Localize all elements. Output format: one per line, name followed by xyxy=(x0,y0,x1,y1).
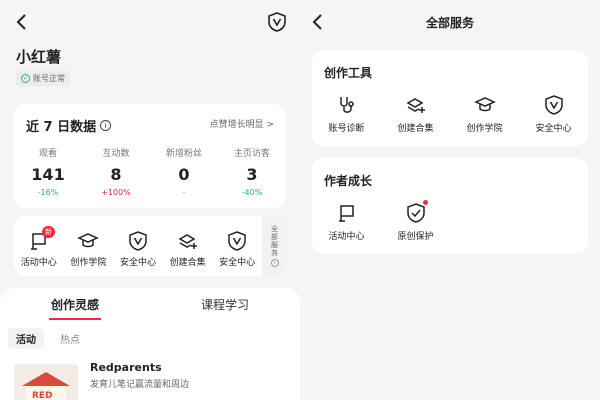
info-icon[interactable]: i xyxy=(100,120,112,131)
stat-change: -16% xyxy=(37,188,59,197)
service-label: 安全中心 xyxy=(535,124,572,134)
all-services-screen: 全部服务 创作工具 账号诊断 创建合集 创作学院 安全中心 作者成长 活动中心 … xyxy=(300,0,600,400)
app-root: 小红薯 ✓ 账号正常 近 7 日数据 i 点赞增长明显 > 观看 141 -16… xyxy=(0,0,600,400)
notification-dot xyxy=(423,200,428,205)
service-creator-academy[interactable]: 创作学院 xyxy=(450,94,519,134)
back-icon[interactable] xyxy=(12,12,32,32)
username: 小红薯 xyxy=(16,48,62,66)
section-grid: 活动中心 原创保护 xyxy=(312,200,588,242)
stat-value: 3 xyxy=(246,165,258,184)
tool-creator-academy[interactable]: 创作学院 xyxy=(64,216,114,276)
service-label: 活动中心 xyxy=(328,232,365,242)
all-services-label: 全部服务 xyxy=(270,225,279,257)
activity-description: 发育儿笔记赢流量和周边 xyxy=(90,380,190,390)
right-header: 全部服务 xyxy=(300,0,600,44)
stat-value: 8 xyxy=(110,165,122,184)
tool-activity-center[interactable]: 新 活动中心 xyxy=(14,216,64,276)
stat-profile-visitors: 主页访客 3 -40% xyxy=(218,146,286,197)
quick-tools-bar: 新 活动中心 创作学院 安全中心 创建合集 安全中心 xyxy=(14,216,262,276)
stat-new-followers: 新增粉丝 0 - xyxy=(150,146,218,197)
graduation-cap-icon xyxy=(77,233,100,248)
activity-thumbnail[interactable]: RED xyxy=(14,364,78,400)
active-tab-underline xyxy=(49,318,101,320)
account-status-text: 账号正常 xyxy=(33,74,65,83)
chevron-right-icon: › xyxy=(270,259,279,267)
seven-day-stats-card[interactable]: 近 7 日数据 i 点赞增长明显 > 观看 141 -16% 互动数 8 +10… xyxy=(14,104,286,208)
creator-center-screen: 小红薯 ✓ 账号正常 近 7 日数据 i 点赞增长明显 > 观看 141 -16… xyxy=(0,0,300,400)
tool-label: 创作学院 xyxy=(70,258,107,268)
tool-create-collection[interactable]: 创建合集 xyxy=(163,216,213,276)
service-label: 原创保护 xyxy=(397,232,434,242)
stat-label: 主页访客 xyxy=(233,149,270,159)
tool-label: 安全中心 xyxy=(219,258,256,268)
back-icon[interactable] xyxy=(308,12,328,32)
shield-icon xyxy=(544,95,563,115)
collection-add-icon xyxy=(405,98,425,113)
service-label: 创建合集 xyxy=(397,124,434,134)
stat-value: 141 xyxy=(31,165,65,184)
stat-interactions: 互动数 8 +100% xyxy=(82,146,150,197)
stat-change: +100% xyxy=(101,188,131,197)
tool-label: 活动中心 xyxy=(20,258,57,268)
verified-shield-icon[interactable] xyxy=(266,11,288,33)
chip-hot-topics[interactable]: 热点 xyxy=(52,328,88,349)
inspiration-tabs: 创作灵感 课程学习 xyxy=(0,288,300,320)
stats-card-title: 近 7 日数据 i xyxy=(26,116,112,135)
all-services-button[interactable]: 全部服务 › xyxy=(263,216,286,276)
chip-activity[interactable]: 活动 xyxy=(8,328,44,349)
activity-title[interactable]: Redparents xyxy=(90,361,162,374)
flag-icon xyxy=(338,205,354,222)
tab-course-learning[interactable]: 课程学习 xyxy=(150,288,300,320)
tab-creative-inspiration[interactable]: 创作灵感 xyxy=(0,288,150,320)
tab-label: 创作灵感 xyxy=(50,298,99,312)
section-heading: 创作工具 xyxy=(324,66,373,80)
svg-text:RED: RED xyxy=(32,391,53,400)
page-title: 全部服务 xyxy=(425,15,474,30)
service-activity-center[interactable]: 活动中心 xyxy=(312,202,381,242)
account-status-badge: ✓ 账号正常 xyxy=(16,71,70,86)
shield-check-icon xyxy=(406,203,425,223)
filter-chips: 活动 热点 xyxy=(0,320,300,349)
service-security-center[interactable]: 安全中心 xyxy=(519,94,588,134)
left-header xyxy=(0,0,300,44)
tab-label: 课程学习 xyxy=(200,298,249,312)
service-account-diagnosis[interactable]: 账号诊断 xyxy=(312,94,381,134)
section-creation-tools: 创作工具 账号诊断 创建合集 创作学院 安全中心 xyxy=(312,50,588,146)
stat-label: 互动数 xyxy=(102,149,130,159)
stats-card-title-text: 近 7 日数据 xyxy=(26,120,97,135)
stethoscope-icon xyxy=(339,97,354,113)
stat-label: 新增粉丝 xyxy=(165,149,202,159)
inspiration-panel: 创作灵感 课程学习 活动 热点 RED Redparents 发育儿笔记赢流量和… xyxy=(0,288,300,400)
service-label: 创作学院 xyxy=(466,124,503,134)
service-label: 账号诊断 xyxy=(328,124,365,134)
section-author-growth: 作者成长 活动中心 原创保护 xyxy=(312,158,588,254)
stat-label: 观看 xyxy=(38,149,57,159)
new-badge: 新 xyxy=(42,226,55,238)
stat-change: -40% xyxy=(241,188,263,197)
tool-security-center[interactable]: 安全中心 xyxy=(113,216,163,276)
graduation-cap-icon xyxy=(473,97,496,112)
service-create-collection[interactable]: 创建合集 xyxy=(381,94,450,134)
shield-icon xyxy=(228,231,246,251)
stats-row: 观看 141 -16% 互动数 8 +100% 新增粉丝 0 - 主页访客 3 xyxy=(14,146,286,197)
section-grid: 账号诊断 创建合集 创作学院 安全中心 xyxy=(312,94,588,134)
shield-icon xyxy=(129,231,147,251)
tool-label: 创建合集 xyxy=(169,258,206,268)
stat-change: - xyxy=(182,188,186,197)
tool-security-center-2[interactable]: 安全中心 xyxy=(212,216,262,276)
check-icon: ✓ xyxy=(21,74,30,83)
service-original-protection[interactable]: 原创保护 xyxy=(381,200,450,242)
section-heading: 作者成长 xyxy=(324,174,373,188)
stat-value: 0 xyxy=(178,165,190,184)
likes-growth-link[interactable]: 点赞增长明显 > xyxy=(210,117,274,130)
stat-views: 观看 141 -16% xyxy=(14,146,82,197)
collection-add-icon xyxy=(178,234,197,249)
tool-label: 安全中心 xyxy=(119,258,156,268)
